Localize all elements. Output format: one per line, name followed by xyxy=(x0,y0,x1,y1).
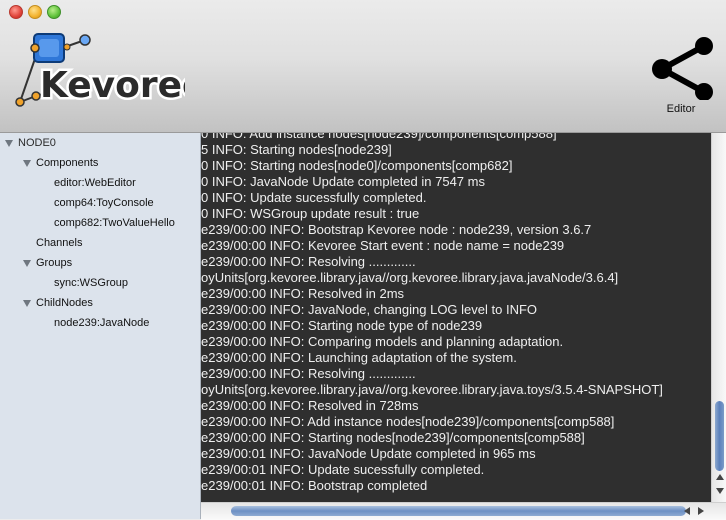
kevoree-logo-graphic: Kevoree Kevoree xyxy=(15,33,209,109)
log-line: e239/00:01 INFO: Bootstrap completed xyxy=(201,478,428,493)
log-line: e239/00:00 INFO: Kevoree Start event : n… xyxy=(201,238,565,253)
log-line: e239/00:00 INFO: Starting node type of n… xyxy=(201,318,483,333)
disclosure-triangle-icon[interactable] xyxy=(5,140,13,147)
zoom-icon[interactable] xyxy=(47,5,61,19)
svg-text:Kevoree: Kevoree xyxy=(40,65,185,106)
tree-item-component[interactable]: comp682:TwoValueHello xyxy=(54,214,175,232)
log-line: 0 INFO: Add instance nodes[node239]/comp… xyxy=(201,133,557,141)
tree-item-group[interactable]: sync:WSGroup xyxy=(54,274,128,292)
log-line: 0 INFO: Starting nodes[node0]/components… xyxy=(201,158,513,173)
scroll-right-icon[interactable] xyxy=(698,507,704,515)
tree-item-component[interactable]: comp64:ToyConsole xyxy=(54,194,154,212)
log-line: e239/00:00 INFO: Add instance nodes[node… xyxy=(201,414,615,429)
vertical-scrollbar[interactable] xyxy=(711,133,726,502)
scroll-left-icon[interactable] xyxy=(684,507,690,515)
tree-item-component[interactable]: editor:WebEditor xyxy=(54,174,136,192)
model-tree: NODE0 Components editor:WebEditor comp64… xyxy=(0,133,201,519)
log-line: e239/00:00 INFO: Comparing models and pl… xyxy=(201,334,564,349)
log-line: 0 INFO: JavaNode Update completed in 754… xyxy=(201,174,485,189)
console-output[interactable]: 0 INFO: Add instance nodes[node239]/comp… xyxy=(201,133,711,502)
tree-root-node0[interactable]: NODE0 xyxy=(18,134,56,152)
log-line: e239/00:00 INFO: Resolved in 728ms xyxy=(201,398,419,413)
log-line: e239/00:00 INFO: Starting nodes[node239]… xyxy=(201,430,585,445)
log-line: oyUnits[org.kevoree.library.java//org.ke… xyxy=(201,270,619,285)
disclosure-triangle-icon[interactable] xyxy=(23,260,31,267)
log-line: e239/00:00 INFO: Bootstrap Kevoree node … xyxy=(201,222,592,237)
share-icon xyxy=(652,37,713,101)
log-line: e239/00:00 INFO: Launching adaptation of… xyxy=(201,350,517,365)
log-line: e239/00:00 INFO: Resolved in 2ms xyxy=(201,286,405,301)
kevoree-logo: Kevoree Kevoree xyxy=(10,30,209,125)
log-line: e239/00:00 INFO: Resolving ............. xyxy=(201,254,416,269)
tree-item-childnodes[interactable]: ChildNodes xyxy=(36,294,93,312)
vertical-scroll-thumb[interactable] xyxy=(715,401,724,471)
disclosure-triangle-icon[interactable] xyxy=(23,300,31,307)
log-line: e239/00:01 INFO: Update sucessfully comp… xyxy=(201,462,485,477)
horizontal-scrollbar[interactable] xyxy=(201,502,726,520)
scroll-down-icon[interactable] xyxy=(716,488,724,494)
log-lines: 0 INFO: Add instance nodes[node239]/comp… xyxy=(201,133,711,494)
log-line: 0 INFO: Update sucessfully completed. xyxy=(201,190,427,205)
tree-item-childnode[interactable]: node239:JavaNode xyxy=(54,314,149,332)
editor-button[interactable]: Editor xyxy=(646,36,716,120)
log-line: oyUnits[org.kevoree.library.java//org.ke… xyxy=(201,382,663,397)
log-line: e239/00:00 INFO: Resolving ............. xyxy=(201,366,416,381)
horizontal-scroll-thumb[interactable] xyxy=(231,506,686,516)
editor-label: Editor xyxy=(666,103,696,115)
log-line: 0 INFO: WSGroup update result : true xyxy=(201,206,420,221)
log-line: e239/00:01 INFO: JavaNode Update complet… xyxy=(201,446,536,461)
disclosure-triangle-icon[interactable] xyxy=(23,160,31,167)
minimize-icon[interactable] xyxy=(28,5,42,19)
toolbar: Kevoree Kevoree Editor xyxy=(0,0,726,133)
tree-item-components[interactable]: Components xyxy=(36,154,98,172)
scroll-up-icon[interactable] xyxy=(716,474,724,480)
close-icon[interactable] xyxy=(9,5,23,19)
tree-item-channels[interactable]: Channels xyxy=(36,234,82,252)
log-line: 5 INFO: Starting nodes[node239] xyxy=(201,142,392,157)
tree-item-groups[interactable]: Groups xyxy=(36,254,72,272)
log-line: e239/00:00 INFO: JavaNode, changing LOG … xyxy=(201,302,538,317)
